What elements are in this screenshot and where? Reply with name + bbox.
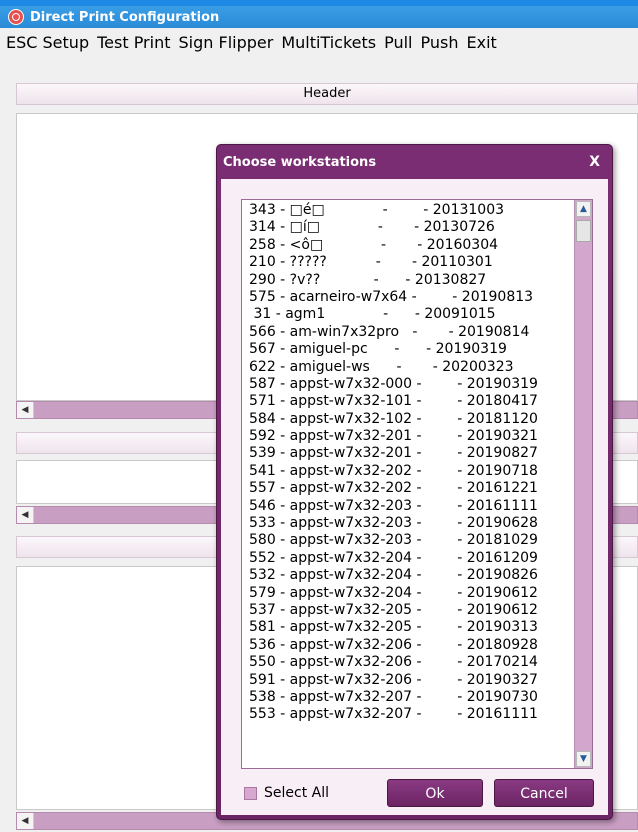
list-item[interactable]: 532 - appst-w7x32-204 - - 20190826: [249, 567, 569, 584]
menu-exit[interactable]: Exit: [466, 33, 496, 52]
dialog-body: 343 - □é□ - - 20131003 314 - □í□ - - 2013…: [221, 179, 608, 815]
select-all-label[interactable]: Select All: [264, 785, 329, 801]
list-item[interactable]: 210 - ????? - - 20110301: [249, 254, 569, 271]
list-item[interactable]: 550 - appst-w7x32-206 - - 20170214: [249, 654, 569, 671]
list-item[interactable]: 579 - appst-w7x32-204 - - 20190612: [249, 585, 569, 602]
menu-sign-flipper[interactable]: Sign Flipper: [179, 33, 274, 52]
list-item[interactable]: 580 - appst-w7x32-203 - - 20181029: [249, 532, 569, 549]
window-titlebar: Direct Print Configuration: [0, 0, 638, 28]
ok-button[interactable]: Ok: [387, 779, 483, 807]
workstation-list[interactable]: 343 - □é□ - - 20131003 314 - □í□ - - 2013…: [241, 199, 593, 769]
cancel-button[interactable]: Cancel: [494, 779, 594, 807]
window-title: Direct Print Configuration: [30, 9, 220, 25]
list-item[interactable]: 575 - acarneiro-w7x64 - - 20190813: [249, 289, 569, 306]
header-bar: Header: [16, 83, 638, 105]
list-item[interactable]: 571 - appst-w7x32-101 - - 20180417: [249, 393, 569, 410]
list-item[interactable]: 539 - appst-w7x32-201 - - 20190827: [249, 445, 569, 462]
list-item[interactable]: 592 - appst-w7x32-201 - - 20190321: [249, 428, 569, 445]
dialog-footer: Select All Ok Cancel: [241, 779, 594, 809]
scroll-thumb[interactable]: [576, 220, 591, 242]
list-item[interactable]: 591 - appst-w7x32-206 - - 20190327: [249, 672, 569, 689]
menu-pull[interactable]: Pull: [384, 33, 412, 52]
list-item[interactable]: 552 - appst-w7x32-204 - - 20161209: [249, 550, 569, 567]
arrow-up-icon[interactable]: ▲: [576, 201, 591, 217]
menu-bar: ESC Setup Test Print Sign Flipper MultiT…: [0, 28, 638, 56]
header-label: Header: [303, 86, 351, 101]
list-vscrollbar[interactable]: ▲ ▼: [574, 200, 592, 768]
list-item[interactable]: 536 - appst-w7x32-206 - - 20180928: [249, 637, 569, 654]
arrow-left-icon[interactable]: ◀: [17, 507, 34, 523]
menu-esc-setup[interactable]: ESC Setup: [6, 33, 89, 52]
menu-multitickets[interactable]: MultiTickets: [281, 33, 376, 52]
choose-workstations-dialog: Choose workstations X 343 - □é□ - - 2013…: [216, 144, 613, 820]
list-item[interactable]: 533 - appst-w7x32-203 - - 20190628: [249, 515, 569, 532]
list-item[interactable]: 566 - am-win7x32pro - - 20190814: [249, 324, 569, 341]
left-gutter: [0, 56, 16, 832]
list-item[interactable]: 557 - appst-w7x32-202 - - 20161221: [249, 480, 569, 497]
list-item[interactable]: 290 - ?v?? - - 20130827: [249, 272, 569, 289]
list-item[interactable]: 622 - amiguel-ws - - 20200323: [249, 359, 569, 376]
list-item[interactable]: 553 - appst-w7x32-207 - - 20161111: [249, 706, 569, 723]
list-item[interactable]: 541 - appst-w7x32-202 - - 20190718: [249, 463, 569, 480]
list-item[interactable]: 587 - appst-w7x32-000 - - 20190319: [249, 376, 569, 393]
arrow-left-icon[interactable]: ◀: [17, 813, 34, 829]
arrow-down-icon[interactable]: ▼: [576, 751, 591, 767]
list-item[interactable]: 343 - □é□ - - 20131003: [249, 202, 569, 219]
close-icon[interactable]: X: [589, 154, 600, 170]
menu-test-print[interactable]: Test Print: [97, 33, 170, 52]
list-item[interactable]: 567 - amiguel-pc - - 20190319: [249, 341, 569, 358]
list-item[interactable]: 581 - appst-w7x32-205 - - 20190313: [249, 619, 569, 636]
list-item[interactable]: 538 - appst-w7x32-207 - - 20190730: [249, 689, 569, 706]
app-icon: [8, 9, 24, 25]
list-item[interactable]: 584 - appst-w7x32-102 - - 20181120: [249, 411, 569, 428]
list-item[interactable]: 258 - <ô□ - - 20160304: [249, 237, 569, 254]
menu-push[interactable]: Push: [421, 33, 459, 52]
list-item[interactable]: 537 - appst-w7x32-205 - - 20190612: [249, 602, 569, 619]
dialog-title: Choose workstations: [223, 155, 377, 170]
list-item[interactable]: 314 - □í□ - - 20130726: [249, 219, 569, 236]
list-item[interactable]: 31 - agm1 - - 20091015: [249, 306, 569, 323]
select-all-checkbox[interactable]: [244, 787, 257, 800]
list-item[interactable]: 546 - appst-w7x32-203 - - 20161111: [249, 498, 569, 515]
arrow-left-icon[interactable]: ◀: [17, 402, 34, 418]
workstation-list-items: 343 - □é□ - - 20131003 314 - □í□ - - 2013…: [249, 202, 569, 724]
